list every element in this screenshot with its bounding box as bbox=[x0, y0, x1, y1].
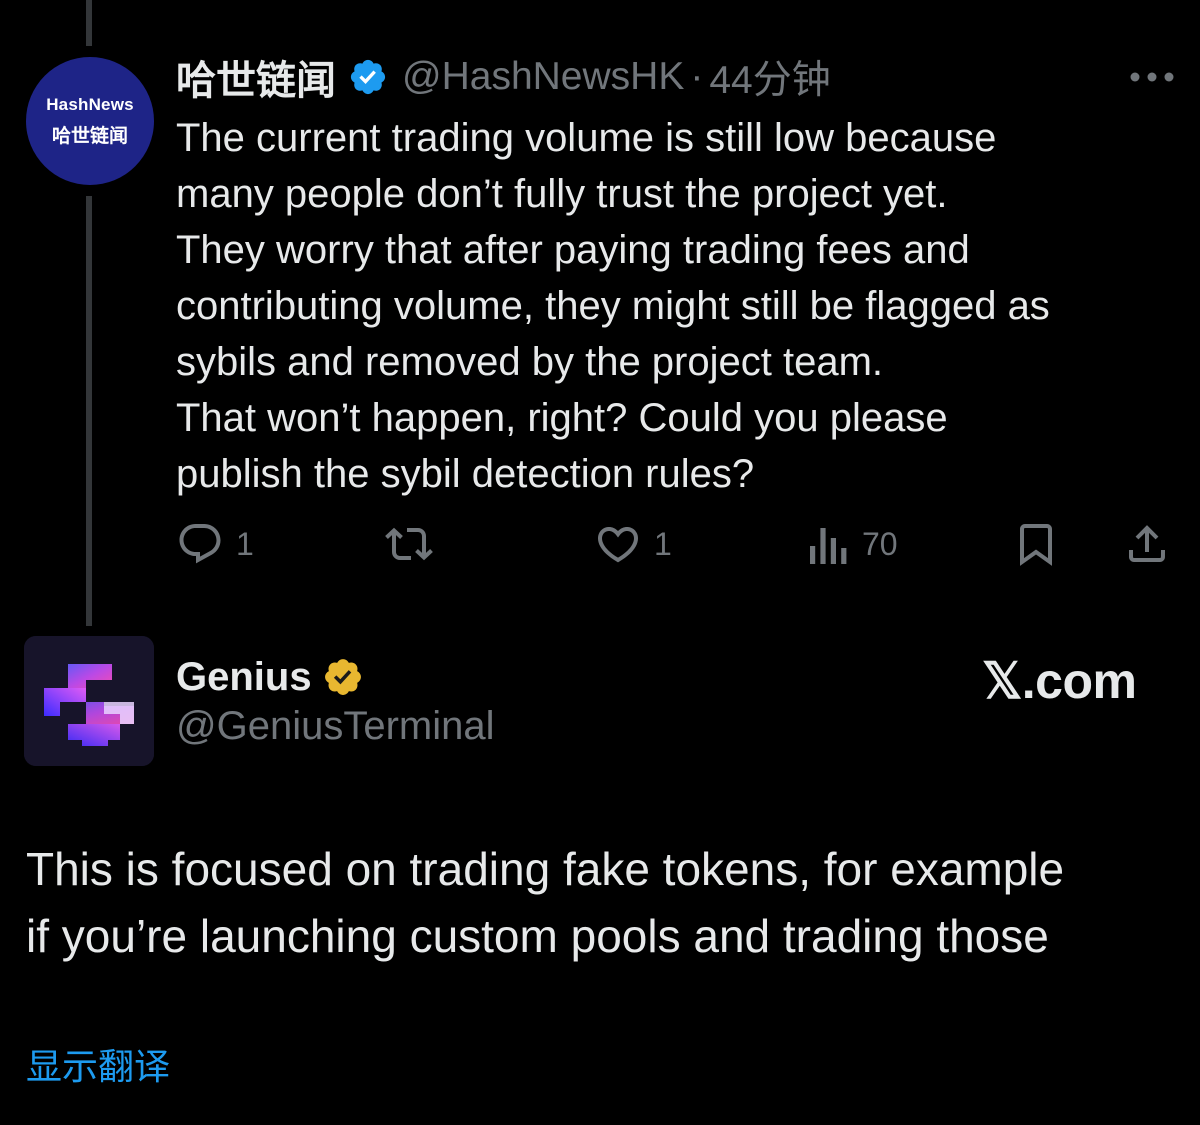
tweet-text-line: contributing volume, they might still be… bbox=[176, 284, 1050, 328]
user-handle[interactable]: @GeniusTerminal bbox=[176, 704, 495, 749]
repost-icon bbox=[385, 527, 433, 561]
tweet-text-line: They worry that after paying trading fee… bbox=[176, 228, 970, 272]
display-name[interactable]: Genius bbox=[176, 655, 312, 700]
tweet-text-line: The current trading volume is still low … bbox=[176, 116, 997, 160]
xcom-watermark: 𝕏.com bbox=[982, 653, 1137, 709]
tweet-text: This is focused on trading fake tokens, … bbox=[26, 836, 1186, 970]
tweet-text-line: if you’re launching custom pools and tra… bbox=[26, 910, 1049, 962]
tweet-text-line: This is focused on trading fake tokens, … bbox=[26, 843, 1065, 895]
views-button[interactable]: 70 bbox=[806, 518, 898, 570]
reply-icon bbox=[179, 524, 221, 564]
display-name[interactable]: 哈世链闻 bbox=[176, 48, 336, 106]
like-button[interactable]: 1 bbox=[594, 518, 672, 570]
bookmark-icon bbox=[1020, 524, 1052, 566]
translate-link[interactable]: 显示翻译 bbox=[26, 1038, 170, 1090]
bookmark-button[interactable] bbox=[1012, 518, 1060, 570]
tweet-text-line: publish the sybil detection rules? bbox=[176, 452, 755, 496]
share-button[interactable] bbox=[1123, 518, 1171, 570]
thread-line-top bbox=[86, 0, 92, 46]
verified-badge-icon[interactable] bbox=[348, 57, 388, 97]
share-icon bbox=[1129, 525, 1165, 562]
timestamp[interactable]: 44分钟 bbox=[709, 49, 830, 105]
separator-dot: · bbox=[690, 55, 704, 98]
tweet-text-line: many people don’t fully trust the projec… bbox=[176, 172, 948, 216]
more-icon[interactable] bbox=[1130, 70, 1174, 84]
views-count: 70 bbox=[862, 525, 898, 562]
like-icon bbox=[597, 527, 639, 563]
tweet-header: 哈世链闻 @HashNewsHK · 44分钟 bbox=[176, 49, 831, 105]
reply-button[interactable]: 1 bbox=[176, 518, 254, 570]
views-icon bbox=[810, 528, 847, 564]
like-count: 1 bbox=[654, 525, 672, 562]
genius-logo-icon bbox=[24, 636, 154, 766]
user-handle[interactable]: @HashNewsHK bbox=[402, 55, 684, 99]
reply-count: 1 bbox=[236, 525, 254, 562]
avatar-logo-text: HashNews bbox=[46, 94, 134, 114]
avatar-logo-cjk: 哈世链闻 bbox=[51, 124, 128, 147]
tweet-text: The current trading volume is still low … bbox=[176, 110, 1186, 502]
verified-gold-badge-icon[interactable] bbox=[322, 656, 364, 698]
tweet-action-bar: 1 1 70 bbox=[0, 518, 1200, 570]
tweet-text-line: That won’t happen, right? Could you plea… bbox=[176, 396, 948, 440]
avatar-genius[interactable] bbox=[24, 636, 154, 766]
tweet2-name-row: Genius bbox=[176, 650, 364, 704]
repost-button[interactable] bbox=[385, 518, 445, 570]
tweet-text-line: sybils and removed by the project team. bbox=[176, 340, 884, 384]
avatar-hashnews[interactable]: HashNews 哈世链闻 bbox=[26, 57, 154, 185]
